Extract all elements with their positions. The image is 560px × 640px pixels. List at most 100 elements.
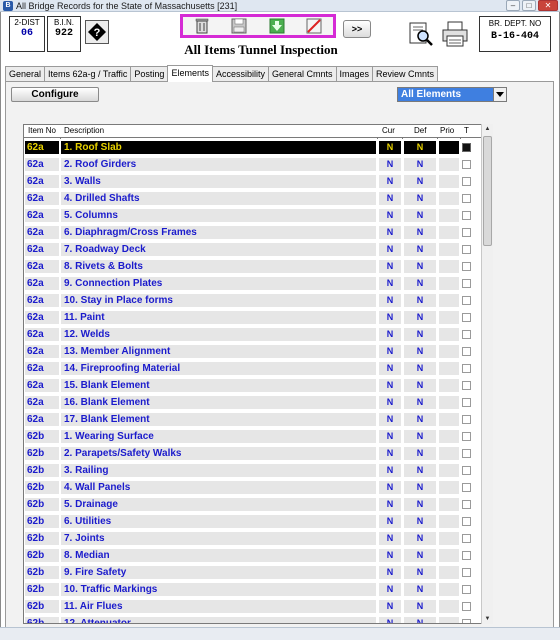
- row-cur-value[interactable]: N: [379, 515, 401, 528]
- row-t-checkbox[interactable]: [462, 143, 471, 152]
- row-description[interactable]: 2. Roof Girders: [61, 158, 376, 171]
- row-description[interactable]: 15. Blank Element: [61, 379, 376, 392]
- row-prio-value[interactable]: [439, 481, 459, 494]
- table-row[interactable]: 62a 12. Welds N N: [24, 326, 482, 343]
- delete-icon[interactable]: [191, 17, 213, 35]
- row-description[interactable]: 2. Parapets/Safety Walks: [61, 447, 376, 460]
- row-t-checkbox[interactable]: [462, 466, 471, 475]
- save-icon[interactable]: [228, 17, 250, 35]
- row-item-no[interactable]: 62b: [25, 617, 59, 623]
- row-def-value[interactable]: N: [404, 600, 436, 613]
- table-row[interactable]: 62a 5. Columns N N: [24, 207, 482, 224]
- row-item-no[interactable]: 62a: [25, 311, 59, 324]
- row-prio-value[interactable]: [439, 600, 459, 613]
- row-item-no[interactable]: 62a: [25, 277, 59, 290]
- row-prio-value[interactable]: [439, 243, 459, 256]
- row-item-no[interactable]: 62b: [25, 515, 59, 528]
- cancel-edit-icon[interactable]: [303, 17, 325, 35]
- row-prio-value[interactable]: [439, 532, 459, 545]
- row-item-no[interactable]: 62a: [25, 345, 59, 358]
- grid-scrollbar[interactable]: ▲ ▼: [481, 124, 493, 624]
- row-def-value[interactable]: N: [404, 141, 436, 154]
- row-description[interactable]: 13. Member Alignment: [61, 345, 376, 358]
- column-header-prio[interactable]: Prio: [440, 125, 454, 137]
- printer-icon[interactable]: [441, 20, 469, 48]
- tab-general-cmnts[interactable]: General Cmnts: [267, 66, 337, 82]
- row-description[interactable]: 11. Paint: [61, 311, 376, 324]
- row-def-value[interactable]: N: [404, 481, 436, 494]
- row-t-checkbox[interactable]: [462, 500, 471, 509]
- row-t-checkbox[interactable]: [462, 245, 471, 254]
- row-cur-value[interactable]: N: [379, 226, 401, 239]
- table-row[interactable]: 62b 1. Wearing Surface N N: [24, 428, 482, 445]
- tab-images[interactable]: Images: [335, 66, 374, 82]
- row-cur-value[interactable]: N: [379, 413, 401, 426]
- element-filter-select[interactable]: All Elements: [397, 87, 507, 102]
- row-def-value[interactable]: N: [404, 243, 436, 256]
- row-def-value[interactable]: N: [404, 447, 436, 460]
- row-prio-value[interactable]: [439, 209, 459, 222]
- row-t-checkbox[interactable]: [462, 398, 471, 407]
- row-def-value[interactable]: N: [404, 430, 436, 443]
- row-description[interactable]: 12. Attenuator: [61, 617, 376, 623]
- table-row[interactable]: 62a 4. Drilled Shafts N N: [24, 190, 482, 207]
- row-item-no[interactable]: 62a: [25, 294, 59, 307]
- table-row[interactable]: 62a 1. Roof Slab N N: [24, 139, 482, 156]
- table-row[interactable]: 62a 3. Walls N N: [24, 173, 482, 190]
- row-cur-value[interactable]: N: [379, 498, 401, 511]
- row-prio-value[interactable]: [439, 328, 459, 341]
- row-def-value[interactable]: N: [404, 515, 436, 528]
- row-item-no[interactable]: 62b: [25, 583, 59, 596]
- next-record-button[interactable]: >>: [343, 20, 371, 38]
- row-t-checkbox[interactable]: [462, 432, 471, 441]
- row-description[interactable]: 7. Roadway Deck: [61, 243, 376, 256]
- row-t-checkbox[interactable]: [462, 262, 471, 271]
- row-description[interactable]: 14. Fireproofing Material: [61, 362, 376, 375]
- row-prio-value[interactable]: [439, 175, 459, 188]
- column-header-item-no[interactable]: Item No: [28, 125, 56, 137]
- row-t-checkbox[interactable]: [462, 279, 471, 288]
- table-row[interactable]: 62a 17. Blank Element N N: [24, 411, 482, 428]
- row-t-checkbox[interactable]: [462, 585, 471, 594]
- row-cur-value[interactable]: N: [379, 362, 401, 375]
- row-cur-value[interactable]: N: [379, 600, 401, 613]
- table-row[interactable]: 62b 11. Air Flues N N: [24, 598, 482, 615]
- row-cur-value[interactable]: N: [379, 192, 401, 205]
- row-item-no[interactable]: 62a: [25, 175, 59, 188]
- row-def-value[interactable]: N: [404, 175, 436, 188]
- table-row[interactable]: 62a 15. Blank Element N N: [24, 377, 482, 394]
- row-t-checkbox[interactable]: [462, 619, 471, 623]
- maximize-button[interactable]: □: [522, 0, 536, 11]
- row-def-value[interactable]: N: [404, 209, 436, 222]
- row-item-no[interactable]: 62b: [25, 464, 59, 477]
- row-def-value[interactable]: N: [404, 549, 436, 562]
- row-description[interactable]: 4. Drilled Shafts: [61, 192, 376, 205]
- diamond-question-icon[interactable]: ?: [85, 20, 109, 44]
- row-prio-value[interactable]: [439, 549, 459, 562]
- row-item-no[interactable]: 62b: [25, 447, 59, 460]
- table-row[interactable]: 62b 8. Median N N: [24, 547, 482, 564]
- row-item-no[interactable]: 62a: [25, 192, 59, 205]
- row-cur-value[interactable]: N: [379, 481, 401, 494]
- row-cur-value[interactable]: N: [379, 447, 401, 460]
- column-header-def[interactable]: Def: [414, 125, 426, 137]
- row-item-no[interactable]: 62a: [25, 158, 59, 171]
- row-prio-value[interactable]: [439, 498, 459, 511]
- row-prio-value[interactable]: [439, 192, 459, 205]
- row-prio-value[interactable]: [439, 379, 459, 392]
- row-cur-value[interactable]: N: [379, 209, 401, 222]
- row-description[interactable]: 16. Blank Element: [61, 396, 376, 409]
- row-item-no[interactable]: 62a: [25, 243, 59, 256]
- row-prio-value[interactable]: [439, 583, 459, 596]
- table-row[interactable]: 62a 11. Paint N N: [24, 309, 482, 326]
- row-def-value[interactable]: N: [404, 294, 436, 307]
- row-prio-value[interactable]: [439, 226, 459, 239]
- row-def-value[interactable]: N: [404, 498, 436, 511]
- row-t-checkbox[interactable]: [462, 330, 471, 339]
- table-row[interactable]: 62b 12. Attenuator N N: [24, 615, 482, 623]
- table-row[interactable]: 62a 16. Blank Element N N: [24, 394, 482, 411]
- row-description[interactable]: 9. Fire Safety: [61, 566, 376, 579]
- row-item-no[interactable]: 62a: [25, 226, 59, 239]
- row-cur-value[interactable]: N: [379, 396, 401, 409]
- row-item-no[interactable]: 62b: [25, 430, 59, 443]
